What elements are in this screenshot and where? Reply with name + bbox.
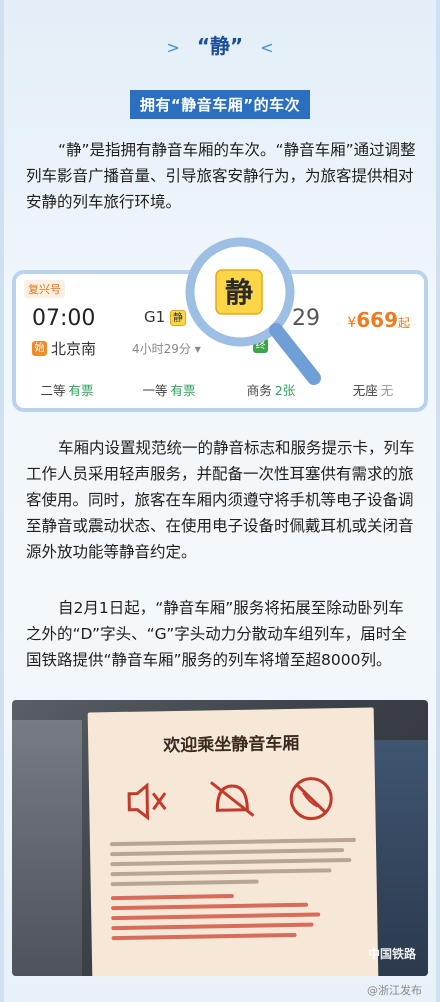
section-header: > “静” < bbox=[0, 30, 440, 59]
departure-station-name: 北京南 bbox=[51, 340, 97, 358]
quiet-car-notice-card: 欢迎乘坐静音车厢 bbox=[87, 707, 379, 976]
bell-off-icon bbox=[209, 781, 255, 817]
paragraph-service: 车厢内设置规范统一的静音标志和服务提示卡，列车工作人员采用轻声服务，并配备一次性… bbox=[26, 439, 415, 561]
seat-back-left bbox=[12, 720, 82, 976]
ticket-price: ¥669起 bbox=[347, 308, 410, 332]
price-currency: ¥ bbox=[347, 315, 357, 331]
seat-second-class[interactable]: 二等 有票 bbox=[16, 380, 118, 399]
railway-logo: 中国铁路 bbox=[367, 947, 416, 961]
notice-title: 欢迎乘坐静音车厢 bbox=[163, 733, 300, 757]
departure-station: 始 北京南 bbox=[32, 338, 96, 359]
notice-text-lines bbox=[109, 837, 358, 946]
section-title: “静” bbox=[196, 34, 244, 58]
paragraph-definition: “静”是指拥有静音车厢的车次。“静音车厢”通过调整列车影音广播音量、引导旅客安静… bbox=[26, 141, 416, 211]
magnifier-icon: 静 bbox=[185, 237, 321, 385]
subheading: 拥有“静音车厢”的车次 bbox=[129, 90, 311, 119]
paragraph-expansion: 自2月1日起，“静音车厢”服务将拓展至除动卧列车之外的“D”字头、“G”字头动力… bbox=[26, 599, 407, 669]
seat-no-seat[interactable]: 无座无 bbox=[322, 380, 424, 399]
chevron-left-icon: < bbox=[260, 38, 274, 57]
no-phone-call-icon bbox=[289, 777, 333, 821]
quiet-car-photo: 欢迎乘坐静音车厢 中国铁路 bbox=[12, 700, 428, 976]
seat-status: 无 bbox=[380, 383, 394, 398]
start-station-tag: 始 bbox=[32, 341, 47, 356]
price-value: 669 bbox=[356, 308, 398, 332]
departure-time: 07:00 bbox=[32, 306, 96, 331]
seat-status: 有票 bbox=[68, 383, 94, 398]
subheading-wrap: 拥有“静音车厢”的车次 bbox=[0, 90, 440, 119]
notice-icons bbox=[127, 777, 333, 821]
source-watermark: @浙江发布 bbox=[367, 984, 422, 997]
seat-class-label: 无座 bbox=[352, 383, 378, 398]
train-number-prefix: G1 bbox=[144, 308, 166, 326]
seat-class-label: 一等 bbox=[142, 383, 168, 398]
speaker-muted-icon bbox=[127, 782, 167, 821]
seat-class-label: 二等 bbox=[40, 383, 66, 398]
price-suffix: 起 bbox=[397, 316, 410, 330]
quiet-symbol-text: 静 bbox=[225, 276, 253, 309]
chevron-right-icon: > bbox=[166, 38, 180, 57]
train-type-badge: 复兴号 bbox=[24, 280, 65, 298]
